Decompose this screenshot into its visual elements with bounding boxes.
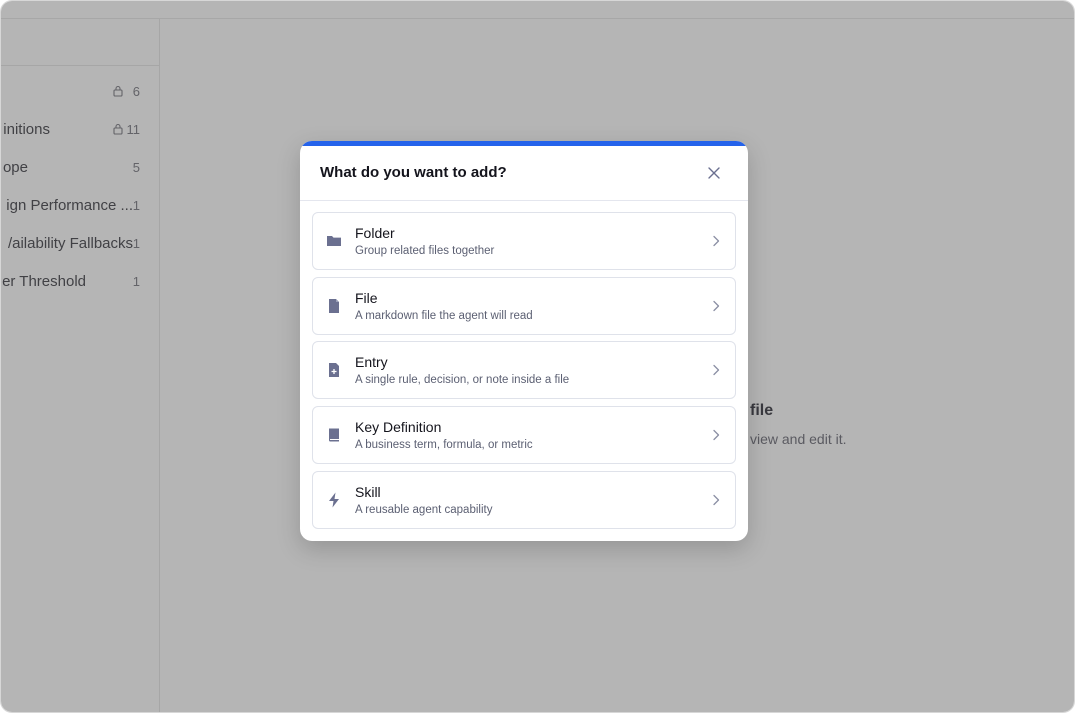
option-skill[interactable]: Skill A reusable agent capability bbox=[312, 471, 736, 529]
option-folder[interactable]: Folder Group related files together bbox=[312, 212, 736, 270]
add-item-dialog: What do you want to add? Folder Group re… bbox=[300, 141, 748, 541]
option-description: A business term, formula, or metric bbox=[355, 439, 533, 451]
chevron-right-icon bbox=[713, 300, 720, 312]
close-icon[interactable] bbox=[704, 163, 724, 183]
chevron-right-icon bbox=[713, 364, 720, 376]
option-title: File bbox=[355, 290, 378, 306]
option-title: Skill bbox=[355, 484, 381, 500]
chevron-right-icon bbox=[713, 235, 720, 247]
option-file[interactable]: File A markdown file the agent will read bbox=[312, 277, 736, 335]
book-icon bbox=[328, 428, 339, 442]
option-description: A markdown file the agent will read bbox=[355, 310, 533, 322]
app-window: 6 initions 11 ope 5 ign Performance ... … bbox=[0, 0, 1075, 713]
option-description: A reusable agent capability bbox=[355, 504, 493, 516]
lightning-icon bbox=[329, 492, 339, 508]
folder-icon bbox=[327, 236, 341, 246]
option-description: Group related files together bbox=[355, 245, 495, 257]
option-title: Key Definition bbox=[355, 419, 442, 435]
file-icon bbox=[329, 299, 339, 313]
chevron-right-icon bbox=[713, 494, 720, 506]
entry-icon bbox=[329, 363, 339, 377]
dialog-title: What do you want to add? bbox=[320, 164, 507, 181]
option-entry[interactable]: Entry A single rule, decision, or note i… bbox=[312, 341, 736, 399]
option-key-definition[interactable]: Key Definition A business term, formula,… bbox=[312, 406, 736, 464]
dialog-header: What do you want to add? bbox=[300, 146, 748, 201]
option-title: Folder bbox=[355, 225, 395, 241]
option-title: Entry bbox=[355, 354, 388, 370]
chevron-right-icon bbox=[713, 429, 720, 441]
option-description: A single rule, decision, or note inside … bbox=[355, 374, 570, 386]
